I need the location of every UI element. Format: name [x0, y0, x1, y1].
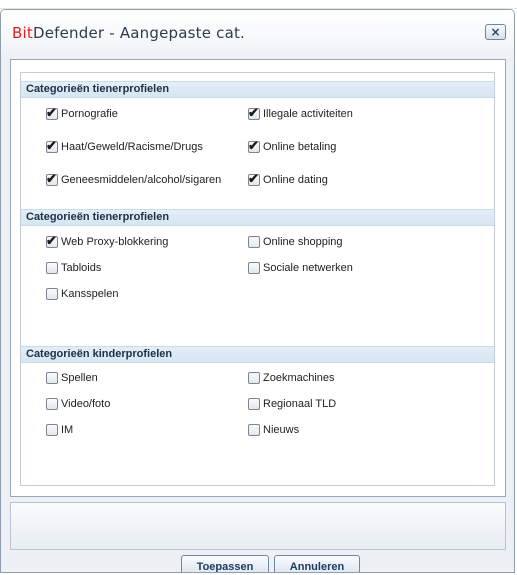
checkmark-icon: ✔	[248, 171, 259, 186]
checkbox-box[interactable]	[248, 236, 260, 248]
checkbox-illegale-activiteiten[interactable]: ✔ Illegale activiteiten	[248, 105, 353, 122]
checkmark-icon: ✔	[46, 138, 57, 153]
checkmark-icon: ✔	[46, 105, 57, 120]
checkbox-label: Nieuws	[263, 424, 300, 436]
checkbox-online-betaling[interactable]: ✔ Online betaling	[248, 138, 337, 155]
checkbox-online-dating[interactable]: ✔ Online dating	[248, 171, 328, 188]
checkbox-box[interactable]	[46, 372, 58, 384]
window-title: BitDefender - Aangepaste cat.	[12, 24, 245, 42]
checkbox-haat-geweld[interactable]: ✔ Haat/Geweld/Racisme/Drugs	[46, 138, 203, 155]
dialog-window: BitDefender - Aangepaste cat. × Categori…	[0, 9, 515, 573]
checkbox-label: Online betaling	[263, 141, 337, 153]
checkbox-pornografie[interactable]: ✔ Pornografie	[46, 105, 118, 122]
checkbox-label: Geneesmiddelen/alcohol/sigaren	[61, 174, 222, 186]
section-header-teen-1: Categorieën tienerprofielen	[21, 81, 494, 98]
checkbox-box[interactable]: ✔	[248, 171, 260, 186]
checkbox-kansspelen[interactable]: Kansspelen	[46, 286, 119, 302]
checkbox-label: Online dating	[263, 174, 328, 186]
checkbox-zoekmachines[interactable]: Zoekmachines	[248, 370, 335, 386]
checkbox-label: Web Proxy-blokkering	[61, 236, 169, 248]
checkbox-label: Kansspelen	[61, 288, 119, 300]
checkbox-label: Sociale netwerken	[263, 262, 353, 274]
checkbox-label: Tabloids	[61, 262, 102, 274]
title-text: Defender - Aangepaste cat.	[32, 24, 246, 42]
top-edge	[0, 0, 517, 9]
checkbox-online-shopping[interactable]: Online shopping	[248, 234, 343, 250]
checkbox-box[interactable]	[248, 372, 260, 384]
close-button[interactable]: ×	[485, 24, 506, 40]
checkbox-box[interactable]: ✔	[46, 138, 58, 153]
checkbox-box[interactable]	[46, 424, 58, 436]
checkbox-im[interactable]: IM	[46, 422, 73, 438]
checkbox-sociale-netwerken[interactable]: Sociale netwerken	[248, 260, 353, 276]
checkbox-box[interactable]: ✔	[46, 233, 58, 248]
checkbox-label: Online shopping	[263, 236, 343, 248]
checkbox-nieuws[interactable]: Nieuws	[248, 422, 299, 438]
checkmark-icon: ✔	[46, 171, 57, 186]
checkbox-label: Haat/Geweld/Racisme/Drugs	[61, 141, 203, 153]
checkbox-box[interactable]	[46, 398, 58, 410]
close-icon: ×	[490, 25, 501, 39]
checkbox-label: IM	[61, 424, 74, 436]
checkbox-label: Illegale activiteiten	[263, 108, 353, 120]
checkbox-box[interactable]: ✔	[248, 138, 260, 153]
cancel-button[interactable]: Annuleren	[274, 555, 360, 572]
apply-button[interactable]: Toepassen	[181, 555, 269, 572]
checkbox-video-foto[interactable]: Video/foto	[46, 396, 110, 412]
checkbox-label: Pornografie	[61, 108, 118, 120]
section-header-teen-2: Categorieën tienerprofielen	[21, 209, 494, 226]
checkbox-box[interactable]	[46, 288, 58, 300]
section-header-kids: Categorieën kinderprofielen	[21, 346, 494, 363]
checkbox-label: Zoekmachines	[263, 372, 335, 384]
checkbox-box[interactable]	[248, 424, 260, 436]
checkbox-tabloids[interactable]: Tabloids	[46, 260, 101, 276]
checkbox-regionaal-tld[interactable]: Regionaal TLD	[248, 396, 336, 412]
checkbox-box[interactable]	[248, 262, 260, 274]
title-bar: BitDefender - Aangepaste cat. ×	[1, 10, 514, 59]
checkbox-box[interactable]: ✔	[248, 105, 260, 120]
checkbox-box[interactable]	[46, 262, 58, 274]
checkmark-icon: ✔	[46, 233, 57, 248]
footer-panel	[10, 502, 506, 550]
checkbox-box[interactable]	[248, 398, 260, 410]
checkbox-box[interactable]: ✔	[46, 105, 58, 120]
categories-panel: Categorieën tienerprofielen ✔ Pornografi…	[20, 72, 495, 486]
content-panel: Categorieën tienerprofielen ✔ Pornografi…	[10, 59, 506, 497]
checkbox-label: Video/foto	[61, 398, 111, 410]
checkmark-icon: ✔	[248, 105, 259, 120]
checkbox-label: Regionaal TLD	[263, 398, 337, 410]
checkbox-box[interactable]: ✔	[46, 171, 58, 186]
checkbox-geneesmiddelen[interactable]: ✔ Geneesmiddelen/alcohol/sigaren	[46, 171, 222, 188]
checkbox-web-proxy[interactable]: ✔ Web Proxy-blokkering	[46, 233, 169, 250]
checkbox-label: Spellen	[61, 372, 98, 384]
checkmark-icon: ✔	[248, 138, 259, 153]
title-brand: Bit	[12, 24, 33, 42]
checkbox-spellen[interactable]: Spellen	[46, 370, 98, 386]
